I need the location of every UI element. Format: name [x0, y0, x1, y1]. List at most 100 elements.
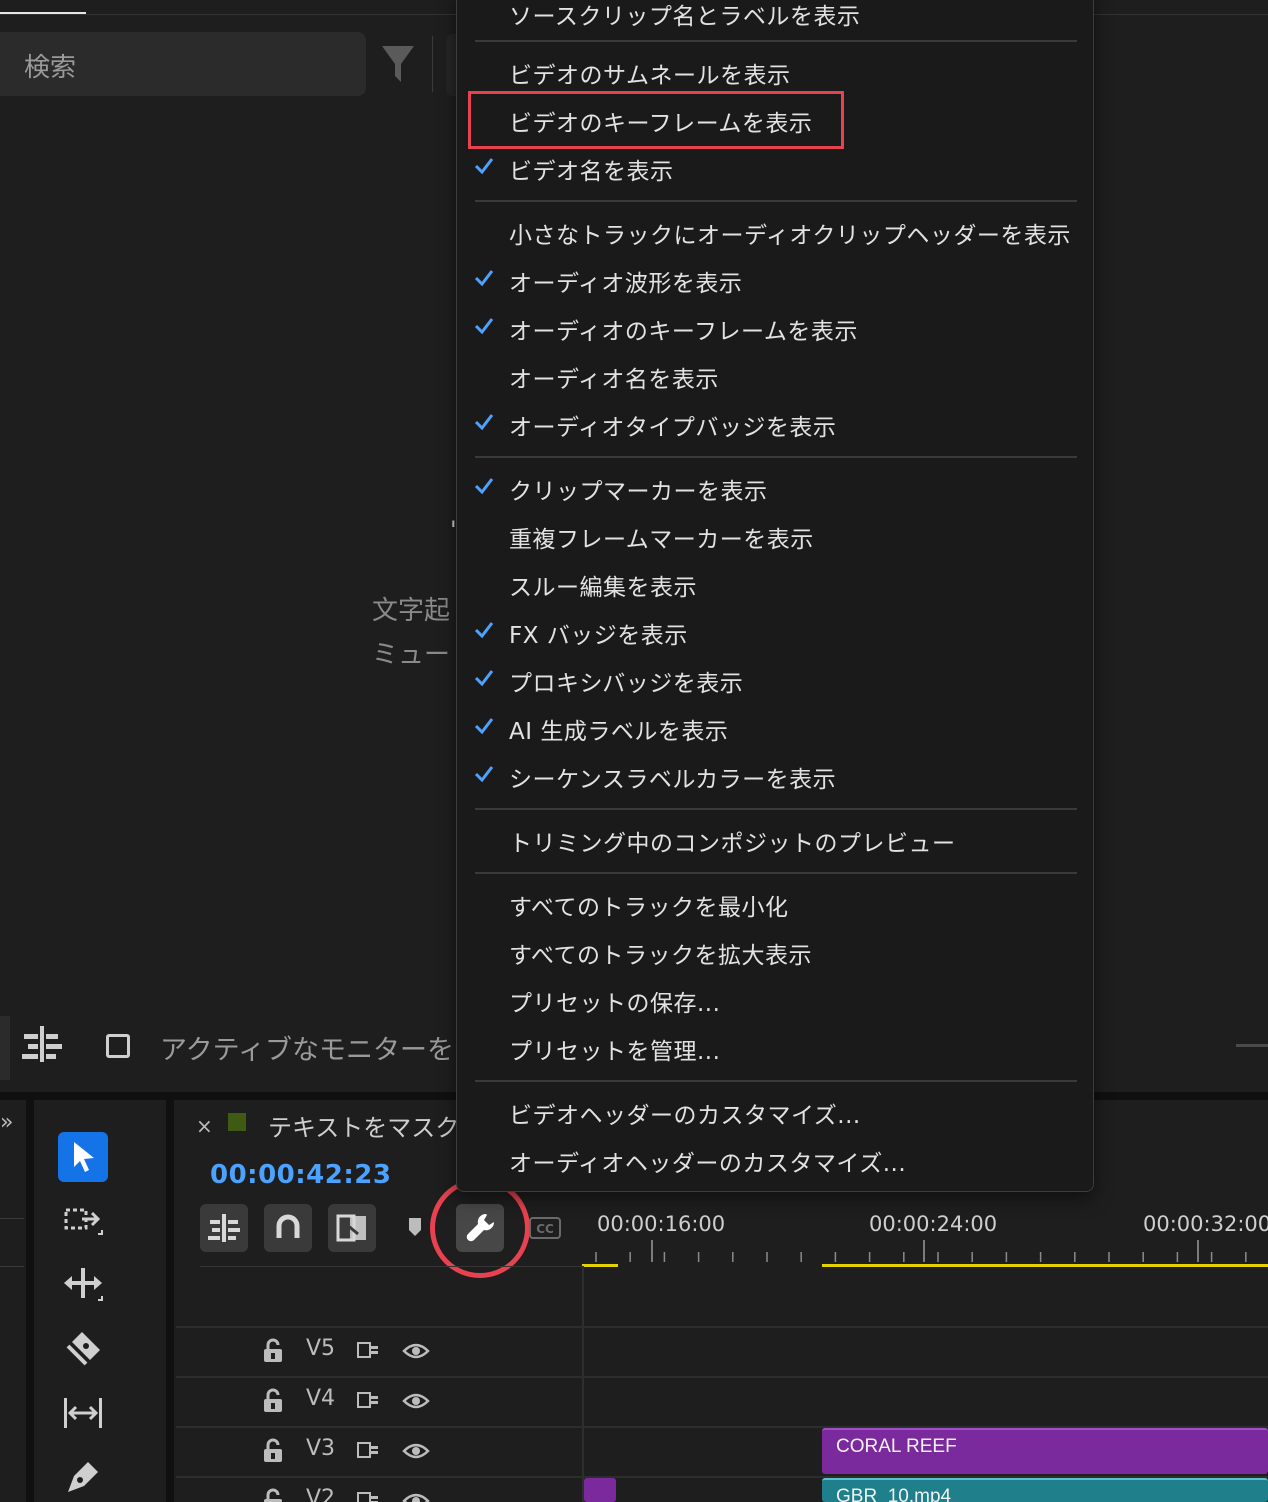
menu-item[interactable]: トリミング中のコンポジットのプレビュー — [457, 817, 1093, 861]
menu-item[interactable]: プロキシバッジを表示 — [457, 657, 1093, 701]
menu-item-label: オーディオ波形を表示 — [509, 271, 743, 297]
menu-item-label: トリミング中のコンポジットのプレビュー — [509, 831, 956, 857]
sync-settings-icon[interactable] — [20, 1024, 64, 1064]
menu-item[interactable]: オーディオヘッダーのカスタマイズ... — [457, 1137, 1093, 1181]
selection-tool-icon[interactable] — [58, 1132, 108, 1182]
clip-label: GBR_10.mp4 — [836, 1486, 952, 1502]
sync-lock-icon[interactable] — [356, 1340, 380, 1360]
menu-item[interactable]: オーディオ波形を表示 — [457, 257, 1093, 301]
track-name[interactable]: V5 — [306, 1336, 335, 1361]
add-marker-icon[interactable] — [406, 1216, 424, 1238]
checkmark-icon — [474, 414, 494, 431]
clip-coral-reef[interactable]: CORAL REEF — [822, 1428, 1268, 1474]
insert-nest-button[interactable] — [200, 1204, 248, 1252]
menu-item[interactable]: オーディオ名を表示 — [457, 353, 1093, 397]
svg-text:CC: CC — [536, 1222, 554, 1236]
panel-edge — [0, 1016, 10, 1080]
menu-item[interactable]: すべてのトラックを拡大表示 — [457, 929, 1093, 973]
expand-chevron-icon[interactable]: » — [0, 1110, 13, 1135]
close-sequence-icon[interactable]: × — [196, 1114, 213, 1138]
clip-small-purple[interactable] — [584, 1478, 616, 1502]
menu-item[interactable]: クリップマーカーを表示 — [457, 465, 1093, 509]
track-name[interactable]: V2 — [306, 1486, 335, 1502]
annotation-rectangle — [468, 91, 844, 149]
track-select-forward-icon[interactable] — [58, 1196, 108, 1246]
hint-text-line1: 文字起 — [372, 596, 451, 626]
panel-gap — [26, 1100, 34, 1502]
track-header[interactable]: V5 — [256, 1332, 446, 1372]
menu-item[interactable]: スルー編集を表示 — [457, 561, 1093, 605]
track-header[interactable]: V2 — [256, 1482, 446, 1502]
playhead-timecode[interactable]: 00:00:42:23 — [210, 1160, 391, 1190]
menu-item[interactable]: シーケンスラベルカラーを表示 — [457, 753, 1093, 797]
pen-tool-icon[interactable] — [58, 1452, 108, 1502]
time-ruler[interactable] — [582, 1238, 1268, 1272]
menu-item[interactable]: ビデオヘッダーのカスタマイズ... — [457, 1089, 1093, 1133]
search-placeholder: 検索 — [24, 53, 77, 83]
menu-item-label: ビデオ名を表示 — [509, 159, 674, 185]
sequence-color-swatch — [228, 1113, 246, 1131]
menu-item[interactable]: プリセットを管理... — [457, 1025, 1093, 1069]
menu-item[interactable]: すべてのトラックを最小化 — [457, 881, 1093, 925]
tools-panel — [34, 1100, 166, 1502]
track-name[interactable]: V4 — [306, 1386, 335, 1411]
menu-item-label: オーディオ名を表示 — [509, 367, 719, 393]
sync-lock-icon[interactable] — [356, 1390, 380, 1410]
menu-item-label: プリセットの保存... — [509, 991, 721, 1017]
menu-separator — [475, 200, 1077, 202]
menu-item[interactable]: 重複フレームマーカーを表示 — [457, 513, 1093, 557]
clip-gbr-video[interactable]: GBR_10.mp4 — [822, 1478, 1268, 1502]
work-area-bar — [582, 1264, 618, 1267]
panel-divider — [0, 1218, 24, 1219]
work-area-bar — [822, 1264, 1268, 1267]
eye-icon[interactable] — [402, 1342, 430, 1360]
checkmark-icon — [474, 318, 494, 335]
menu-item-label: 小さなトラックにオーディオクリップヘッダーを表示 — [509, 223, 1071, 249]
eye-icon[interactable] — [402, 1442, 430, 1460]
lock-icon[interactable] — [262, 1388, 284, 1414]
track-header[interactable]: V3 — [256, 1432, 446, 1472]
linked-selection-button[interactable] — [328, 1204, 376, 1252]
snap-button[interactable] — [264, 1204, 312, 1252]
timeline-divider — [582, 1266, 584, 1502]
menu-item[interactable]: ビデオのサムネールを表示 — [457, 49, 1093, 93]
menu-item[interactable]: 小さなトラックにオーディオクリップヘッダーを表示 — [457, 209, 1093, 253]
ripple-edit-tool-icon[interactable] — [58, 1260, 108, 1310]
lock-icon[interactable] — [262, 1338, 284, 1364]
menu-item[interactable]: ビデオ名を表示 — [457, 145, 1093, 189]
menu-item-label: スルー編集を表示 — [509, 575, 697, 601]
menu-item[interactable]: AI 生成ラベルを表示 — [457, 705, 1093, 749]
menu-item[interactable]: オーディオタイプバッジを表示 — [457, 401, 1093, 445]
track-name[interactable]: V3 — [306, 1436, 335, 1461]
active-monitor-checkbox[interactable] — [106, 1034, 130, 1058]
menu-item-label: シーケンスラベルカラーを表示 — [509, 767, 837, 793]
timeline-display-settings-menu: ソースクリップ名とラベルを表示 ビデオのサムネールを表示 ビデオのキーフレームを表示… — [456, 0, 1094, 1192]
menu-item-label: プロキシバッジを表示 — [509, 671, 744, 697]
search-input[interactable]: 検索 — [0, 32, 366, 96]
menu-item-label: クリップマーカーを表示 — [509, 479, 768, 505]
track-header-divider — [200, 1266, 582, 1267]
menu-item[interactable]: プリセットの保存... — [457, 977, 1093, 1021]
track-header[interactable]: V4 — [256, 1382, 446, 1422]
slip-tool-icon[interactable] — [58, 1388, 108, 1438]
menu-item-label: FX バッジを表示 — [509, 623, 688, 649]
checkmark-icon — [474, 478, 494, 495]
captions-icon[interactable]: CC — [528, 1216, 562, 1240]
scrollbar-nub[interactable] — [1236, 1044, 1268, 1047]
razor-tool-icon[interactable] — [58, 1324, 108, 1374]
lock-icon[interactable] — [262, 1488, 284, 1502]
sequence-tab-title[interactable]: テキストをマスク — [268, 1108, 459, 1143]
menu-separator — [475, 808, 1077, 810]
menu-item[interactable]: ソースクリップ名とラベルを表示 — [457, 0, 1093, 34]
eye-icon[interactable] — [402, 1492, 430, 1502]
sync-lock-icon[interactable] — [356, 1440, 380, 1460]
sync-lock-icon[interactable] — [356, 1490, 380, 1502]
lock-icon[interactable] — [262, 1438, 284, 1464]
filter-icon[interactable] — [380, 42, 416, 86]
menu-item-label: ソースクリップ名とラベルを表示 — [509, 4, 861, 30]
menu-item-label: プリセットを管理... — [509, 1039, 721, 1065]
menu-item-label: オーディオヘッダーのカスタマイズ... — [509, 1151, 907, 1177]
menu-item[interactable]: FX バッジを表示 — [457, 609, 1093, 653]
eye-icon[interactable] — [402, 1392, 430, 1410]
menu-item[interactable]: オーディオのキーフレームを表示 — [457, 305, 1093, 349]
